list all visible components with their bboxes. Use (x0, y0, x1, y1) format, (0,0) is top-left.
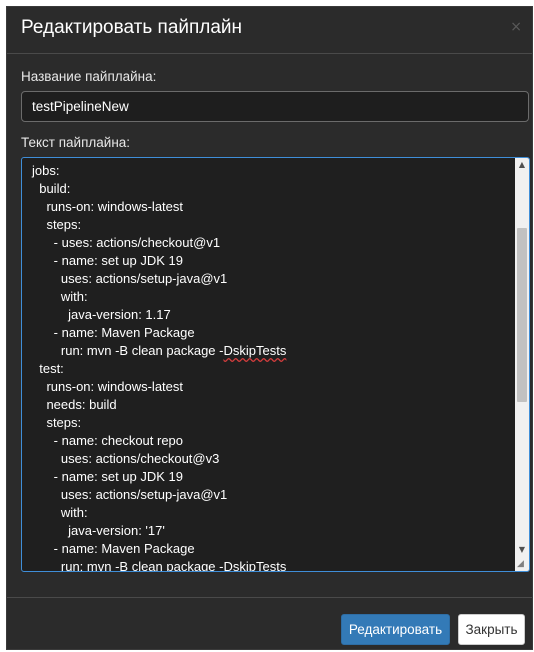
code-line: needs: build (32, 396, 511, 414)
code-line: java-version: 1.17 (32, 306, 511, 324)
code-line: - name: Maven Package (32, 540, 511, 558)
edit-button[interactable]: Редактировать (341, 614, 450, 645)
code-line-text: steps: (32, 415, 82, 430)
code-line: - name: set up JDK 19 (32, 468, 511, 486)
code-line-text: java-version: '17' (32, 523, 165, 538)
code-line: runs-on: windows-latest (32, 378, 511, 396)
code-line: - uses: actions/checkout@v1 (32, 234, 511, 252)
code-line-text: with: (32, 289, 88, 304)
code-line-text: java-version: 1.17 (32, 307, 171, 322)
code-line-text: uses: actions/checkout@v3 (32, 451, 220, 466)
code-line: run: mvn -B clean package -DskipTests (32, 558, 511, 572)
code-line-text: uses: actions/setup-java@v1 (32, 271, 228, 286)
code-line-text: with: (32, 505, 88, 520)
code-line: uses: actions/setup-java@v1 (32, 270, 511, 288)
code-line: run: mvn -B clean package -DskipTests (32, 342, 511, 360)
code-line: build: (32, 180, 511, 198)
code-line-text: needs: build (32, 397, 117, 412)
edit-pipeline-modal: Редактировать пайплайн × Название пайпла… (6, 6, 533, 650)
code-line-text: - name: set up JDK 19 (32, 469, 184, 484)
pipeline-name-label: Название пайплайна: (21, 69, 157, 84)
misspelled-word: DskipTests (223, 559, 287, 572)
code-line-text: test: (32, 361, 64, 376)
code-line: test: (32, 360, 511, 378)
code-line-text: - name: Maven Package (32, 541, 195, 556)
code-line-text: - name: set up JDK 19 (32, 253, 184, 268)
code-line-text: uses: actions/setup-java@v1 (32, 487, 228, 502)
code-line-text: runs-on: windows-latest (32, 379, 184, 394)
scroll-thumb[interactable] (517, 228, 527, 402)
code-line-text: jobs: (32, 163, 60, 178)
modal-footer: Редактировать Закрыть (7, 597, 532, 652)
modal-title: Редактировать пайплайн (21, 17, 243, 38)
code-line: steps: (32, 216, 511, 234)
resize-grip-icon[interactable]: ◢ (517, 559, 527, 569)
modal-header: Редактировать пайплайн × (7, 7, 532, 54)
editor-scrollbar[interactable]: ▲ ▼ (515, 158, 529, 571)
code-line-text: runs-on: windows-latest (32, 199, 184, 214)
code-line: - name: set up JDK 19 (32, 252, 511, 270)
scroll-up-icon[interactable]: ▲ (515, 158, 529, 172)
code-line: java-version: '17' (32, 522, 511, 540)
code-line-text: build: (32, 181, 71, 196)
code-line: uses: actions/setup-java@v1 (32, 486, 511, 504)
scroll-down-icon[interactable]: ▼ (515, 543, 529, 557)
code-line: - name: Maven Package (32, 324, 511, 342)
code-line: steps: (32, 414, 511, 432)
pipeline-text-label: Текст пайплайна: (21, 135, 131, 150)
close-icon[interactable]: × (510, 19, 522, 35)
misspelled-word: DskipTests (223, 343, 287, 358)
pipeline-name-input[interactable] (21, 91, 529, 122)
pipeline-text-editor[interactable]: jobs: build: runs-on: windows-latest ste… (21, 157, 530, 572)
code-line: jobs: (32, 162, 511, 180)
code-lines: jobs: build: runs-on: windows-latest ste… (32, 162, 511, 572)
code-line: uses: actions/checkout@v3 (32, 450, 511, 468)
code-line-text: - name: Maven Package (32, 325, 195, 340)
code-line: with: (32, 288, 511, 306)
code-line-text: - name: checkout repo (32, 433, 184, 448)
code-line-text: steps: (32, 217, 82, 232)
code-line-text: run: mvn -B clean package - (32, 559, 224, 572)
code-line: - name: checkout repo (32, 432, 511, 450)
code-line: with: (32, 504, 511, 522)
code-line-text: - uses: actions/checkout@v1 (32, 235, 221, 250)
code-line-text: run: mvn -B clean package - (32, 343, 224, 358)
close-button[interactable]: Закрыть (458, 614, 525, 645)
code-line: runs-on: windows-latest (32, 198, 511, 216)
